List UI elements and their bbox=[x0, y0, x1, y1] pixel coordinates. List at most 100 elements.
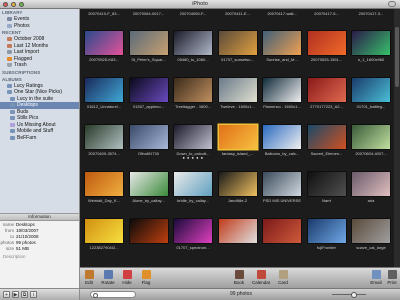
photo-thumbnail-cell[interactable]: 20070409-3574... bbox=[82, 123, 126, 160]
info-value[interactable]: 19/03/2007 bbox=[16, 228, 39, 233]
photo-thumbnail-cell[interactable]: 01612_Unnaturel... bbox=[82, 76, 126, 113]
photo-thumbnail[interactable] bbox=[352, 172, 390, 196]
scrollbar-thumb[interactable] bbox=[395, 27, 399, 87]
card-button[interactable]: Card bbox=[274, 270, 292, 285]
photo-thumbnail-cell[interactable]: Flamenco - 1600x1... bbox=[260, 76, 304, 113]
photo-thumbnail[interactable] bbox=[307, 125, 346, 149]
photo-thumbnail[interactable] bbox=[263, 31, 301, 55]
photo-thumbnail[interactable] bbox=[352, 219, 390, 243]
photo-thumbnail[interactable] bbox=[218, 125, 257, 149]
photo-thumbnail-cell[interactable]: 20070525-1551... bbox=[305, 29, 349, 66]
photo-thumbnail[interactable] bbox=[129, 125, 168, 149]
sidebar-item-beffarn[interactable]: BeFFarn bbox=[0, 135, 79, 142]
photo-thumbnail-cell[interactable]: n_1_1600x960 bbox=[349, 29, 393, 66]
photo-thumbnail[interactable] bbox=[263, 219, 301, 243]
photo-thumbnail-cell[interactable]: 01507_appleno... bbox=[127, 76, 171, 113]
flag-button[interactable]: Flag bbox=[137, 270, 155, 285]
photo-thumbnail[interactable] bbox=[174, 172, 212, 196]
photo-thumbnail-cell[interactable] bbox=[260, 217, 304, 254]
photo-thumbnail[interactable] bbox=[352, 125, 390, 149]
photo-thumbnail-cell[interactable]: Tweleve - 1600x1... bbox=[216, 76, 260, 113]
info-value[interactable]: 51 MB bbox=[16, 246, 29, 251]
photo-thumbnail-cell[interactable]: Sacred_Elemen... bbox=[305, 123, 349, 160]
calendar-button[interactable]: Calendar bbox=[252, 270, 270, 285]
photo-thumbnail-cell[interactable]: fujiFrontier bbox=[305, 217, 349, 254]
photo-thumbnail-cell[interactable]: 01701_battleg... bbox=[349, 76, 393, 113]
photo-thumbnail[interactable] bbox=[307, 219, 346, 243]
photo-thumbnail-cell[interactable] bbox=[127, 217, 171, 254]
photo-thumbnail[interactable] bbox=[218, 219, 257, 243]
book-button[interactable]: Book bbox=[230, 270, 248, 285]
slideshow-icon[interactable]: ⧉ bbox=[21, 291, 28, 298]
photo-thumbnail[interactable] bbox=[174, 31, 212, 55]
photo-thumbnail-cell[interactable]: soave_cat_large bbox=[349, 217, 393, 254]
toolbar-toggle-button[interactable] bbox=[388, 1, 396, 7]
photo-thumbnail-cell[interactable]: Sunrise_and_M... bbox=[260, 29, 304, 66]
window-title: iPhoto bbox=[192, 1, 208, 7]
photo-thumbnail[interactable] bbox=[218, 78, 257, 102]
photo-thumbnail-cell[interactable]: Weirdsit_Day_K... bbox=[82, 170, 126, 207]
info-button[interactable]: i bbox=[30, 291, 37, 298]
photo-thumbnail[interactable] bbox=[85, 219, 123, 243]
rotate-button[interactable]: Rotate bbox=[99, 270, 117, 285]
info-value[interactable]: Desktops bbox=[16, 222, 35, 227]
photo-thumbnail[interactable] bbox=[85, 31, 123, 55]
info-value[interactable]: 21/10/2008 bbox=[16, 234, 39, 239]
photo-grid: 20070410-F_83... 20070064-0017... 20070405… bbox=[80, 9, 400, 267]
photo-thumbnail[interactable] bbox=[263, 172, 301, 196]
rating-stars[interactable]: ● ● ● ● ● bbox=[171, 155, 215, 160]
photo-thumbnail[interactable] bbox=[174, 78, 212, 102]
photo-thumbnail[interactable] bbox=[129, 172, 168, 196]
photo-thumbnail-cell[interactable]: Treeltagger - 1600... bbox=[171, 76, 215, 113]
photo-thumbnail-cell[interactable]: bridle_by_callay... bbox=[171, 170, 215, 207]
photo-thumbnail-cell[interactable] bbox=[216, 217, 260, 254]
photo-thumbnail-cell[interactable]: Ofba6f1730 bbox=[127, 123, 171, 160]
photo-thumbnail[interactable] bbox=[129, 78, 168, 102]
photo-thumbnail[interactable] bbox=[352, 31, 390, 55]
print-button[interactable]: Print bbox=[383, 270, 400, 285]
play-slideshow-button[interactable]: ▶ bbox=[12, 291, 19, 298]
sidebar-item-label: Last 12 Months bbox=[14, 42, 49, 49]
photo-thumbnail[interactable] bbox=[263, 125, 301, 149]
photo-thumbnail[interactable] bbox=[174, 125, 212, 149]
photo-thumbnail-cell[interactable]: Balloons_by_calc... bbox=[260, 123, 304, 160]
photo-thumbnail-cell[interactable]: 01707_sunsetsu... bbox=[216, 29, 260, 66]
photo-thumbnail[interactable] bbox=[263, 78, 301, 102]
photo-thumbnail-cell[interactable]: 2770177223_A2... bbox=[305, 76, 349, 113]
photo-thumbnail-cell[interactable]: 01707_spectrum... bbox=[171, 217, 215, 254]
photo-thumbnail-cell[interactable]: 20070525-K83... bbox=[82, 29, 126, 66]
photo-thumbnail[interactable] bbox=[129, 31, 168, 55]
hide-button[interactable]: Hide bbox=[118, 270, 136, 285]
add-album-button[interactable]: + bbox=[3, 291, 10, 298]
photo-thumbnail[interactable] bbox=[307, 172, 346, 196]
photo-thumbnail-cell[interactable]: St_Peter's_Squar... bbox=[127, 29, 171, 66]
photo-thumbnail[interactable] bbox=[85, 125, 123, 149]
smart-album-icon bbox=[10, 122, 15, 127]
photo-thumbnail[interactable] bbox=[218, 31, 257, 55]
photo-thumbnail[interactable] bbox=[307, 78, 346, 102]
photo-thumbnail[interactable] bbox=[85, 172, 123, 196]
photo-thumbnail[interactable] bbox=[174, 219, 212, 243]
search-field[interactable] bbox=[90, 291, 136, 298]
photo-thumbnail-cell[interactable]: 05480_to_1080... bbox=[171, 29, 215, 66]
photo-thumbnail[interactable] bbox=[307, 31, 346, 55]
zoom-slider-knob[interactable] bbox=[351, 292, 357, 298]
info-value[interactable]: 99 photos bbox=[16, 240, 36, 245]
zoom-slider[interactable] bbox=[332, 292, 366, 298]
photo-thumbnail[interactable] bbox=[352, 78, 390, 102]
photo-thumbnail-cell[interactable]: PSD MIS UNIVERSE bbox=[260, 170, 304, 207]
photo-thumbnail[interactable] bbox=[218, 172, 257, 196]
photo-thumbnail-cell[interactable]: 1223827904I2... bbox=[82, 217, 126, 254]
photo-thumbnail-cell[interactable]: Down_to_calcutt... ● ● ● ● ● bbox=[171, 123, 215, 160]
photo-thumbnail-cell[interactable]: 20070604-4007... bbox=[349, 123, 393, 160]
photo-thumbnail-cell[interactable]: Narrt bbox=[305, 170, 349, 207]
description-field[interactable]: Description bbox=[0, 252, 79, 261]
edit-button[interactable]: Edit bbox=[80, 270, 98, 285]
photo-thumbnail-cell[interactable]: aria bbox=[349, 170, 393, 207]
photo-thumbnail-cell[interactable]: JandNile-2 bbox=[216, 170, 260, 207]
photo-thumbnail[interactable] bbox=[129, 219, 168, 243]
vertical-scrollbar[interactable] bbox=[394, 9, 400, 267]
photo-thumbnail-cell[interactable]: fantasy_island_... bbox=[216, 123, 260, 160]
photo-thumbnail[interactable] bbox=[85, 78, 123, 102]
photo-thumbnail-cell[interactable]: Alone_by_callay... bbox=[127, 170, 171, 207]
